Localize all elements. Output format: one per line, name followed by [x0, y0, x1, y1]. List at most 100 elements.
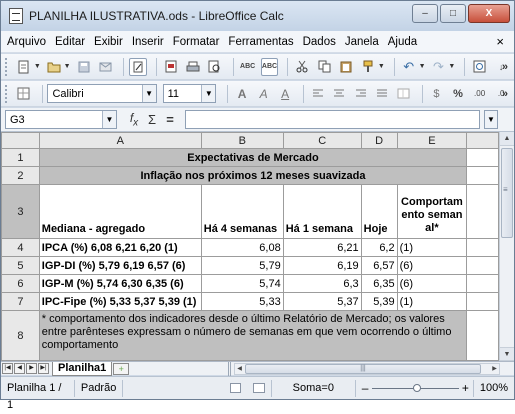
zoom-in-icon[interactable]: + [462, 381, 469, 395]
page-style[interactable]: Padrão [75, 379, 124, 397]
previous-sheet-icon[interactable]: ◀ [14, 363, 25, 374]
menu-exibir[interactable]: Exibir [94, 36, 123, 48]
scroll-down-icon[interactable]: ▼ [500, 347, 514, 361]
cell-d[interactable]: 6,57 [360, 256, 398, 275]
row-header-7[interactable]: 7 [1, 292, 40, 311]
last-sheet-icon[interactable]: ▶| [38, 363, 49, 374]
cell-d[interactable]: 6,35 [360, 274, 398, 293]
tab-splitter[interactable] [228, 362, 231, 376]
menu-inserir[interactable]: Inserir [132, 36, 164, 48]
redo-icon[interactable]: ↷ [430, 58, 448, 76]
cell-d[interactable]: 6,2 [360, 238, 398, 257]
styles-icon[interactable] [15, 85, 33, 103]
paste-icon[interactable] [337, 58, 355, 76]
bold-icon[interactable]: A [233, 85, 251, 103]
clone-formatting-icon[interactable] [359, 58, 377, 76]
font-size-dropdown-icon[interactable]: ▼ [201, 85, 216, 102]
sum-icon[interactable]: Σ [143, 112, 161, 127]
copy-icon[interactable] [315, 58, 333, 76]
new-dropdown-icon[interactable]: ▼ [34, 63, 41, 70]
function-wizard-icon[interactable]: fx [125, 111, 143, 128]
expand-formula-bar-icon[interactable]: ▼ [484, 110, 498, 129]
cell[interactable] [466, 274, 499, 293]
menu-ajuda[interactable]: Ajuda [388, 36, 417, 48]
print-preview-icon[interactable] [206, 58, 224, 76]
font-name-combo[interactable]: Calibri ▼ [47, 84, 157, 103]
maximize-button[interactable]: □ [440, 4, 466, 23]
open-dropdown-icon[interactable]: ▼ [64, 63, 71, 70]
column-header-e[interactable]: E [396, 132, 468, 149]
redo-dropdown-icon[interactable]: ▼ [448, 63, 455, 70]
cell-d[interactable]: 5,39 [360, 292, 398, 311]
horizontal-scroll-thumb[interactable]: ||| [245, 364, 481, 374]
email-icon[interactable] [96, 58, 114, 76]
row-header-6[interactable]: 6 [1, 274, 40, 293]
formula-icon[interactable]: = [161, 112, 179, 127]
justify-icon[interactable] [374, 85, 392, 103]
export-pdf-icon[interactable] [162, 58, 180, 76]
close-button[interactable]: X [468, 4, 510, 23]
menu-ferramentas[interactable]: Ferramentas [228, 36, 293, 48]
cell-b[interactable]: 5,33 [200, 292, 284, 311]
align-center-icon[interactable] [330, 85, 348, 103]
column-header-d[interactable]: D [360, 132, 398, 149]
cell-c[interactable]: 5,37 [282, 292, 362, 311]
row-header-5[interactable]: 5 [1, 256, 40, 275]
scroll-left-icon[interactable]: ◀ [235, 364, 244, 374]
align-left-icon[interactable] [309, 85, 327, 103]
cell[interactable] [466, 184, 499, 239]
menu-dados[interactable]: Dados [303, 36, 336, 48]
cell-b[interactable]: 5,79 [200, 256, 284, 275]
cell-e[interactable]: (1) [396, 238, 468, 257]
zoom-knob[interactable] [412, 383, 421, 392]
cell-label[interactable]: IPCA (%) 6,08 6,21 6,20 (1) [38, 238, 202, 257]
save-icon[interactable] [75, 58, 93, 76]
undo-icon[interactable]: ↶ [400, 58, 418, 76]
menu-janela[interactable]: Janela [345, 36, 379, 48]
close-document-icon[interactable]: × [496, 34, 504, 49]
selection-mode-icon[interactable] [229, 383, 242, 393]
zoom-slider[interactable]: – + [362, 380, 469, 397]
header-cell-c[interactable]: Há 1 semana [282, 184, 362, 239]
cell-e[interactable]: (1) [396, 292, 468, 311]
cell-b[interactable]: 6,08 [200, 238, 284, 257]
add-decimal-icon[interactable]: .00 [471, 85, 489, 103]
cell-label[interactable]: IGP-DI (%) 5,79 6,19 6,57 (6) [38, 256, 202, 275]
cell[interactable] [466, 238, 499, 257]
toolbar-overflow-icon[interactable]: » [502, 61, 508, 73]
header-cell-b[interactable]: Há 4 semanas [200, 184, 284, 239]
cell[interactable] [466, 148, 499, 167]
cell-e[interactable]: (6) [396, 256, 468, 275]
cut-icon[interactable] [293, 58, 311, 76]
header-cell-d[interactable]: Hoje [360, 184, 398, 239]
select-all-corner[interactable] [1, 132, 40, 149]
zoom-out-icon[interactable]: – [362, 381, 369, 395]
italic-icon[interactable]: A [255, 85, 273, 103]
cell-b[interactable]: 5,74 [200, 274, 284, 293]
footnote-cell[interactable]: * comportamento dos indicadores desde o … [38, 310, 468, 361]
column-header-b[interactable]: B [200, 132, 284, 149]
cell-label[interactable]: IPC-Fipe (%) 5,33 5,37 5,39 (1) [38, 292, 202, 311]
edit-file-icon[interactable] [129, 57, 148, 76]
column-header-a[interactable]: A [38, 132, 202, 149]
header-cell-a[interactable]: Mediana - agregado [38, 184, 202, 239]
spreadsheet-grid[interactable]: A B C D E 1 Expectativas de Mercado 2 In… [1, 132, 499, 361]
underline-icon[interactable]: A [276, 85, 294, 103]
name-box-dropdown-icon[interactable]: ▼ [102, 111, 116, 128]
row-header-8[interactable]: 8 [1, 310, 40, 361]
cell-label[interactable]: IGP-M (%) 5,74 6,30 6,35 (6) [38, 274, 202, 293]
toolbar-grip[interactable] [5, 84, 9, 103]
cell[interactable] [466, 256, 499, 275]
add-sheet-icon[interactable]: + [113, 362, 130, 375]
percent-format-icon[interactable]: % [449, 85, 467, 103]
first-sheet-icon[interactable]: |◀ [2, 363, 13, 374]
toolbar-grip[interactable] [5, 57, 9, 76]
scroll-right-icon[interactable]: ▶ [490, 364, 499, 374]
cell[interactable] [466, 166, 499, 185]
title-cell[interactable]: Expectativas de Mercado [38, 148, 468, 167]
zoom-percent[interactable]: 100% [472, 379, 514, 397]
row-header-1[interactable]: 1 [1, 148, 40, 167]
vertical-scrollbar[interactable]: ▲ ≡ ▼ [499, 132, 514, 361]
clone-dropdown-icon[interactable]: ▼ [378, 63, 385, 70]
name-box[interactable]: G3 ▼ [5, 110, 117, 129]
